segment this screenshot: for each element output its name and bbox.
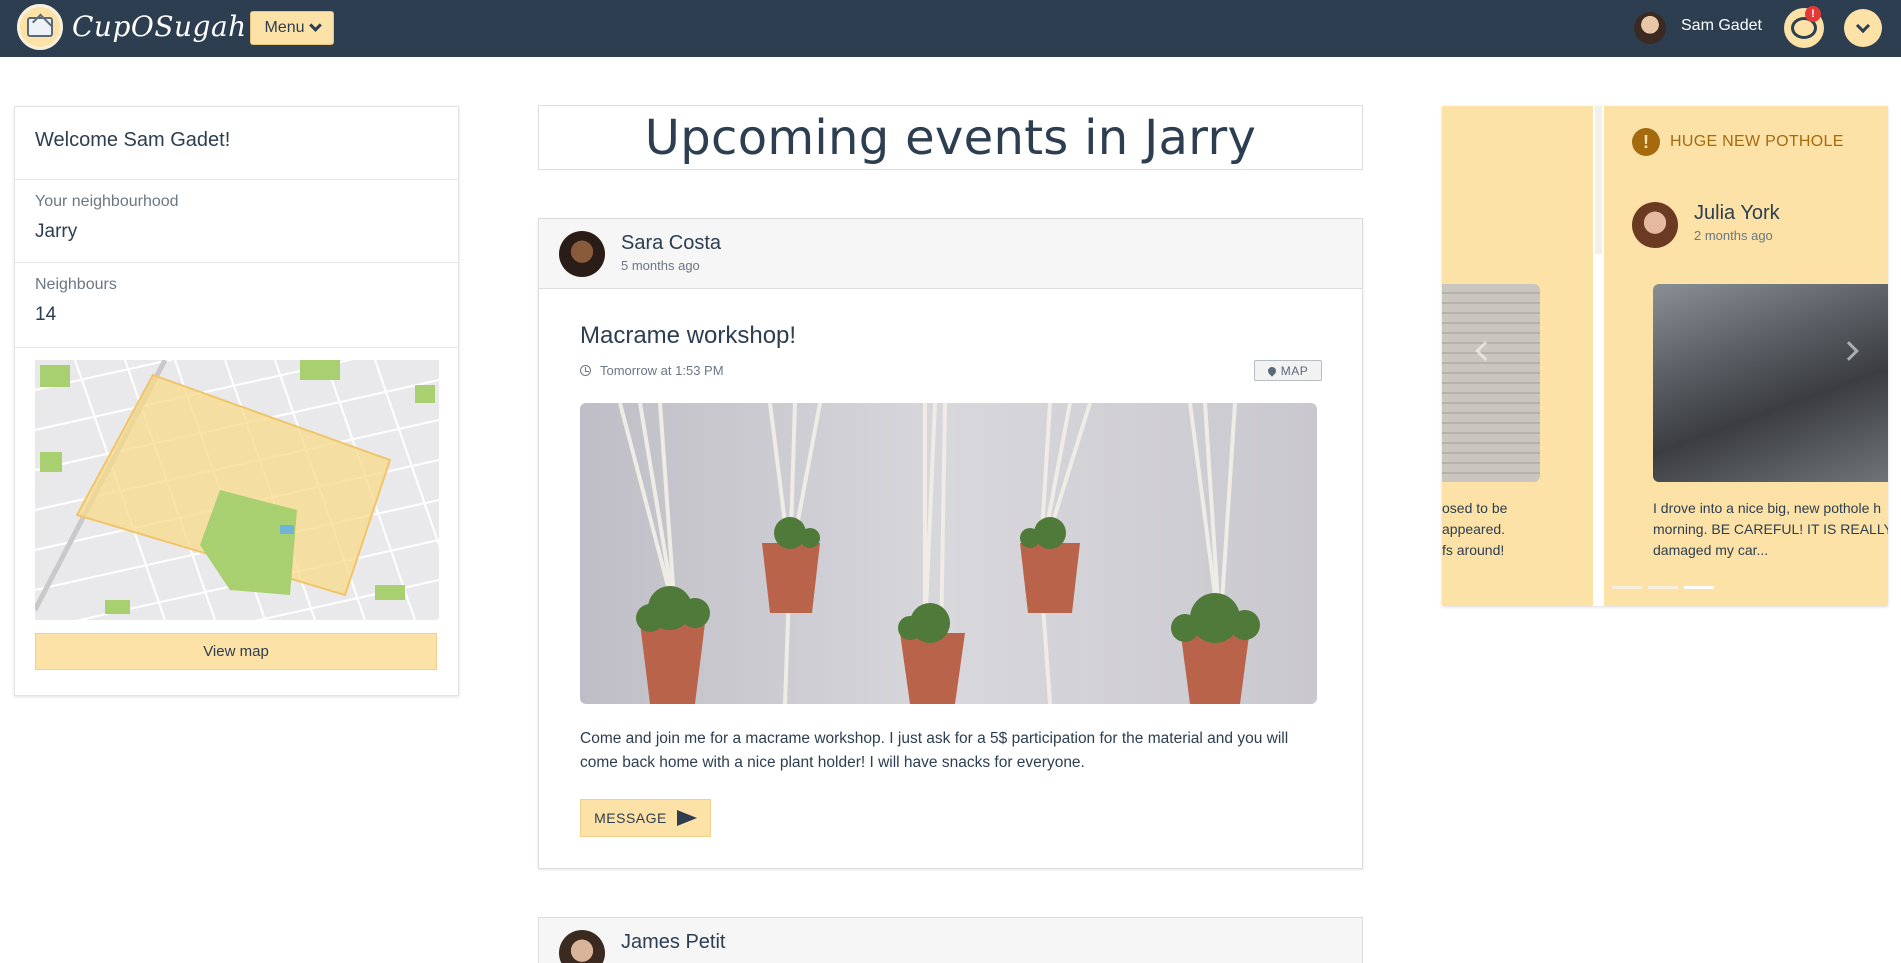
neighbourhood-value: Jarry [35,221,78,242]
neighbourhood-label: Your neighbourhood [35,193,179,210]
pothole-image [1653,284,1888,482]
post-author[interactable]: James Petit [621,931,725,954]
menu-button[interactable]: Menu [250,11,334,45]
send-icon [676,810,697,826]
event-description: Come and join me for a macrame workshop.… [580,730,1289,771]
previous-slide-image [1442,284,1540,482]
message-button[interactable]: MESSAGE [580,799,711,837]
notification-badge: ! [1805,6,1821,22]
page-title-box: Upcoming events in Jarry [538,105,1363,170]
navbar: CupOSugah Menu Sam Gadet ! [0,0,1901,57]
map-button[interactable]: MAP [1254,360,1322,381]
chevron-down-icon [308,19,322,32]
carousel-dot[interactable] [1648,586,1678,589]
map-pin-icon [1266,364,1278,377]
event-title: Macrame workshop! [580,322,797,349]
macrame-plants-image [618,403,1260,704]
neighbourhood-map[interactable] [35,360,439,620]
alert-title: HUGE NEW POTHOLE [1670,133,1844,150]
avatar[interactable] [559,930,605,963]
view-map-button[interactable]: View map [35,633,437,670]
carousel-dot-active[interactable] [1684,586,1714,589]
alert-author[interactable]: Julia York [1694,202,1780,225]
previous-slide[interactable]: osed to be appeared. fs around! [1442,106,1594,606]
map-graphic [35,360,439,620]
carousel-dot[interactable] [1612,586,1642,589]
menu-label: Menu [264,19,305,36]
logo-icon[interactable] [17,4,63,50]
previous-slide-text: osed to be appeared. fs around! [1442,500,1508,558]
divider [15,262,458,263]
event-post-card: James Petit [538,917,1363,963]
alert-text: I drove into a nice big, new pothole h m… [1653,500,1888,558]
avatar[interactable] [559,231,605,277]
welcome-text: Welcome Sam Gadet! [35,129,231,151]
map-label: MAP [1280,363,1309,378]
event-post-card: Sara Costa 5 months ago Macrame workshop… [538,218,1363,869]
chevron-down-icon [1855,18,1871,33]
message-label: MESSAGE [594,810,667,826]
divider [15,347,458,348]
avatar[interactable] [1632,202,1678,248]
neighbours-label: Neighbours [35,276,117,293]
neighbours-count: 14 [35,304,57,325]
divider [15,179,458,180]
event-image [580,403,1317,704]
user-avatar[interactable] [1634,12,1666,44]
carousel-indicators [1612,586,1714,589]
brand-name[interactable]: CupOSugah [72,10,247,43]
alert-time: 2 months ago [1694,228,1773,243]
clock-icon [580,365,591,376]
event-datetime: Tomorrow at 1:53 PM [600,363,724,378]
user-name[interactable]: Sam Gadet [1681,17,1762,35]
post-author[interactable]: Sara Costa [621,232,721,255]
page-title: Upcoming events in Jarry [644,109,1257,166]
post-time: 5 months ago [621,258,700,273]
post-header: Sara Costa 5 months ago [539,219,1362,289]
welcome-card: Welcome Sam Gadet! Your neighbourhood Ja… [14,106,459,696]
alerts-carousel: osed to be appeared. fs around! ! HUGE N… [1442,106,1888,606]
user-dropdown-button[interactable] [1844,9,1882,47]
exclamation-icon: ! [1632,128,1660,156]
slide-separator [1593,106,1604,606]
